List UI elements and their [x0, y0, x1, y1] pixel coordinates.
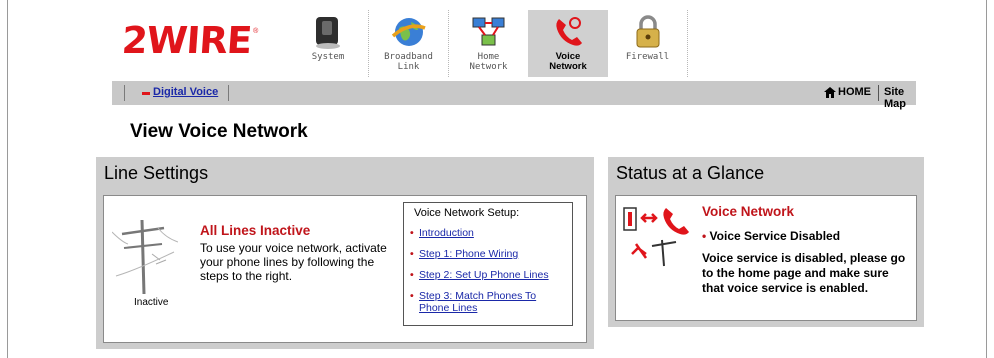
site-map-link[interactable]: Site Map [884, 86, 916, 110]
link-introduction[interactable]: Introduction [419, 227, 474, 239]
active-item-marker [142, 92, 150, 95]
status-description: Voice service is disabled, please go to … [702, 251, 906, 295]
padlock-icon [630, 14, 666, 50]
status-bullet-text: Voice Service Disabled [709, 229, 841, 243]
home-link[interactable]: HOME [838, 86, 871, 98]
bullet-marker: • [410, 290, 414, 302]
tab-firewall[interactable]: Firewall [608, 10, 688, 77]
status-panel-title: Status at a Glance [616, 163, 765, 183]
subnav-divider [228, 85, 229, 101]
tab-system-label: System [311, 52, 345, 62]
link-step-1-phone-wiring[interactable]: Step 1: Phone Wiring [419, 248, 518, 260]
bullet-marker: • [410, 248, 414, 260]
tab-broadband-link[interactable]: Broadband Link [368, 10, 448, 77]
frame-right-border [986, 0, 987, 358]
bullet-marker: • [410, 269, 414, 281]
home-icon[interactable] [824, 87, 836, 98]
tab-home-network-label: Home Network [469, 52, 508, 72]
status-heading: Voice Network [702, 204, 795, 219]
voice-setup-title: Voice Network Setup: [414, 207, 520, 219]
tab-firewall-label: Firewall [625, 52, 670, 62]
status-panel-content: Voice Network • Voice Service Disabled V… [615, 195, 917, 321]
phone-icon [550, 14, 586, 50]
bullet-marker: • [702, 229, 710, 243]
logo-text: 2WIRE [120, 18, 253, 62]
line-settings-content: Inactive All Lines Inactive To use your … [103, 195, 587, 343]
logo-registered-mark: ® [253, 28, 259, 35]
line-status-description: To use your voice network, activate your… [200, 241, 387, 283]
tab-voice-network-label: Voice Network [549, 51, 587, 72]
bullet-marker: • [410, 227, 414, 239]
subnav-divider [124, 85, 125, 101]
frame-left-border [7, 0, 8, 358]
tab-home-network[interactable]: Home Network [448, 10, 528, 77]
line-status-label: Inactive [134, 297, 169, 308]
voice-setup-steps: • Introduction • Step 1: Phone Wiring • Ste… [410, 227, 559, 323]
globe-icon [391, 14, 427, 50]
line-settings-panel: Line Settings Inactive All Lines Inactiv… [96, 157, 594, 349]
voice-setup-box: Voice Network Setup: • Introduction • Step… [403, 202, 573, 326]
home-network-icon [471, 14, 507, 50]
link-step-3-match-phones[interactable]: Step 3: Match Phones To Phone Lines [419, 290, 559, 314]
tab-broadband-label: Broadband Link [384, 52, 433, 72]
list-item: • Step 3: Match Phones To Phone Lines [410, 290, 559, 314]
subnav-bar: Digital Voice HOME Site Map [112, 81, 916, 110]
main-nav: System Broadband Link Home Network Voice… [288, 10, 688, 77]
brand-logo[interactable]: 2WIRE ® [120, 18, 274, 62]
tab-voice-network[interactable]: Voice Network [528, 10, 608, 77]
line-settings-title: Line Settings [104, 163, 209, 183]
system-icon [310, 14, 346, 50]
list-item: • Introduction [410, 227, 559, 239]
subnav-divider [878, 85, 879, 101]
telephone-pole-icon [112, 219, 178, 295]
subnav-link-digital-voice[interactable]: Digital Voice [153, 86, 218, 98]
tab-system[interactable]: System [288, 10, 368, 77]
link-step-2-set-up-phone-lines[interactable]: Step 2: Set Up Phone Lines [419, 269, 549, 281]
status-bullet: • Voice Service Disabled [702, 229, 840, 243]
list-item: • Step 2: Set Up Phone Lines [410, 269, 559, 281]
status-panel: Status at a Glance Voice Network • Voice… [608, 157, 924, 327]
line-status-heading: All Lines Inactive [200, 223, 311, 238]
voice-network-status-icon [623, 207, 689, 267]
page-title: View Voice Network [130, 121, 308, 142]
list-item: • Step 1: Phone Wiring [410, 248, 559, 260]
